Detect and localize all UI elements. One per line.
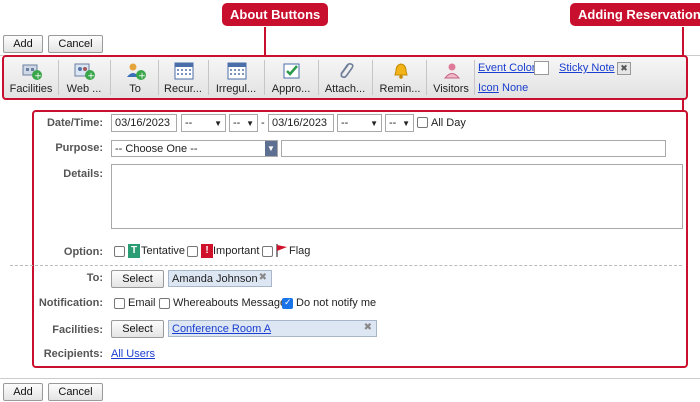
start-date-input[interactable]: 03/16/2023: [111, 114, 177, 132]
flag-checkbox[interactable]: [262, 246, 273, 257]
start-minute-select[interactable]: -- ▼: [229, 114, 258, 132]
start-hour-select[interactable]: -- ▼: [181, 114, 226, 132]
tentative-badge-icon: T: [128, 244, 140, 258]
chevron-down-icon: ▼: [370, 119, 378, 128]
facility-tag: Conference Room A ✖: [168, 320, 377, 337]
remove-icon[interactable]: ✖: [259, 272, 267, 283]
add-button-bottom[interactable]: Add: [3, 383, 43, 401]
purpose-select-value: -- Choose One --: [115, 142, 198, 155]
facilities-label: Facilities:: [52, 324, 103, 336]
purpose-text-input[interactable]: [281, 140, 666, 157]
email-label: Email: [128, 297, 156, 309]
cancel-button-bottom[interactable]: Cancel: [48, 383, 103, 401]
add-button-top[interactable]: Add: [3, 35, 43, 53]
about-buttons-callout: About Buttons: [222, 3, 329, 26]
end-minute-value: --: [389, 117, 397, 129]
end-date-input[interactable]: 03/16/2023: [268, 114, 334, 132]
details-label: Details:: [63, 168, 103, 180]
facility-room-link[interactable]: Conference Room A: [172, 323, 271, 335]
about-buttons-connector: [264, 27, 266, 56]
purpose-label: Purpose:: [55, 142, 103, 154]
email-checkbox[interactable]: [114, 298, 125, 309]
to-user-name: Amanda Johnson: [172, 272, 258, 285]
notification-label: Notification:: [38, 297, 103, 309]
start-hour-value: --: [185, 117, 193, 129]
do-not-notify-label: Do not notify me: [296, 297, 377, 309]
bottom-divider: [0, 378, 700, 379]
datetime-label: Date/Time:: [46, 117, 103, 129]
purpose-select[interactable]: -- Choose One -- ▼: [111, 140, 278, 157]
to-label: To:: [86, 272, 103, 284]
start-minute-value: --: [233, 117, 241, 129]
end-hour-value: --: [341, 117, 349, 129]
recipients-label: Recipients:: [43, 348, 103, 360]
recipients-link[interactable]: All Users: [111, 348, 155, 360]
section-divider: [10, 265, 682, 266]
cancel-button-top[interactable]: Cancel: [48, 35, 103, 53]
important-badge-icon: !: [201, 244, 213, 258]
important-label: Important: [213, 245, 260, 257]
details-textarea[interactable]: [111, 164, 683, 229]
all-day-label: All Day: [431, 117, 466, 129]
to-select-button[interactable]: Select: [111, 270, 164, 288]
remove-icon[interactable]: ✖: [364, 322, 372, 333]
chevron-down-icon: ▼: [402, 119, 410, 128]
tentative-label: Tentative: [141, 245, 186, 257]
flag-label: Flag: [289, 245, 311, 257]
whereabouts-checkbox[interactable]: [159, 298, 170, 309]
option-label: Option:: [63, 246, 103, 258]
do-not-notify-checkbox[interactable]: [282, 297, 293, 309]
important-checkbox[interactable]: [187, 246, 198, 257]
facilities-select-button[interactable]: Select: [111, 320, 164, 338]
datetime-dash: -: [261, 117, 265, 129]
tentative-checkbox[interactable]: [114, 246, 125, 257]
to-user-tag: Amanda Johnson ✖: [168, 270, 272, 287]
chevron-down-icon: ▼: [246, 119, 254, 128]
all-day-checkbox[interactable]: [417, 117, 428, 128]
whereabouts-label: Whereabouts Message: [173, 297, 287, 309]
end-hour-select[interactable]: -- ▼: [337, 114, 382, 132]
chevron-down-icon: ▼: [265, 141, 277, 156]
flag-icon: [275, 243, 289, 261]
adding-reservation-callout: Adding Reservation: [570, 3, 700, 26]
about-buttons-highlight: [2, 55, 688, 100]
end-minute-select[interactable]: -- ▼: [385, 114, 414, 132]
chevron-down-icon: ▼: [214, 119, 222, 128]
